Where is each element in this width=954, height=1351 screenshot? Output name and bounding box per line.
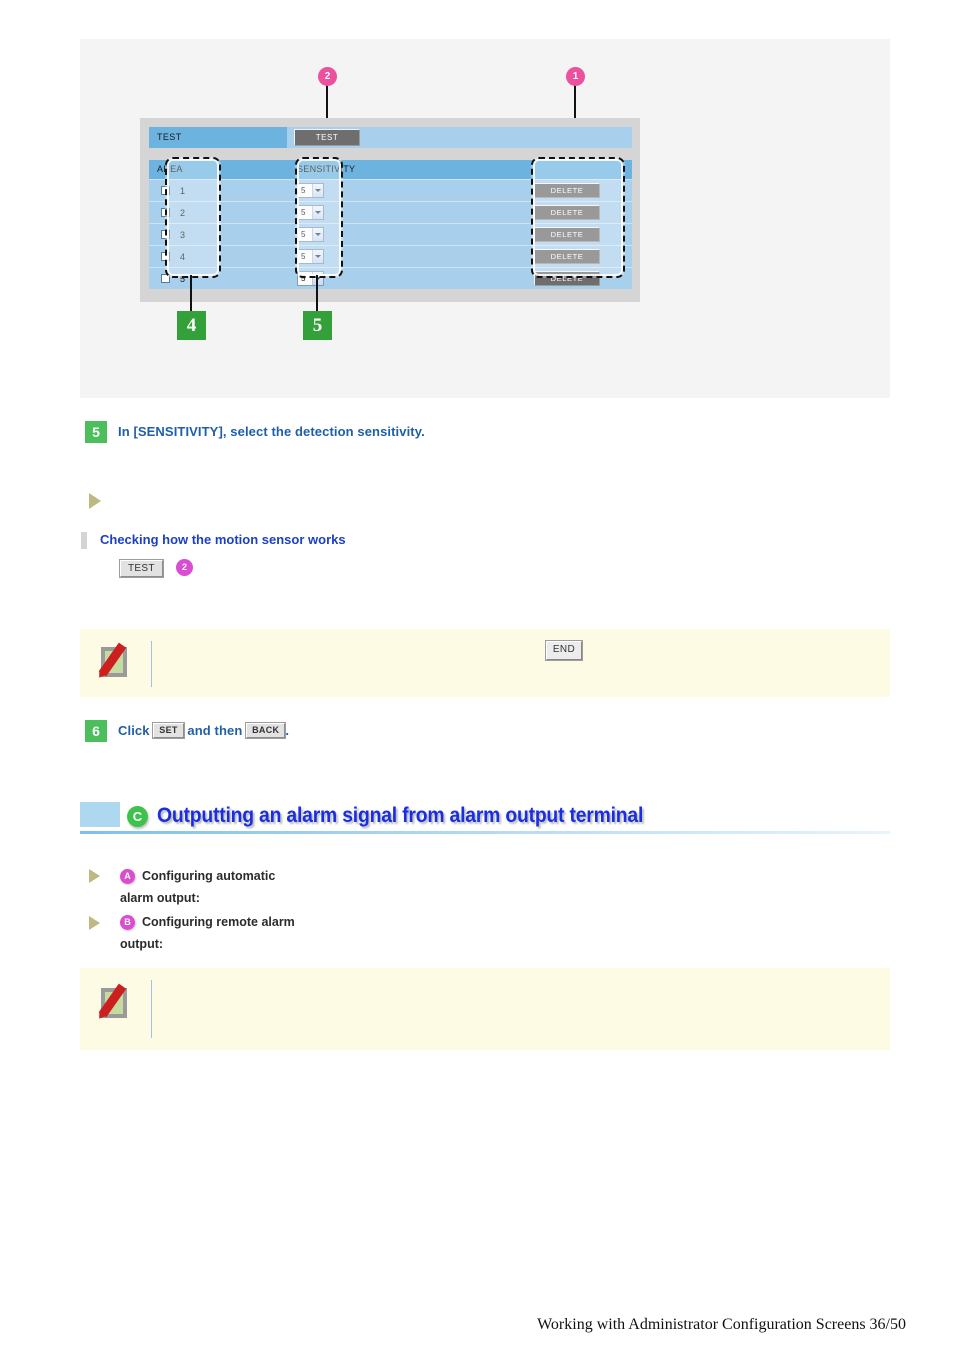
test-row-spacer: [576, 127, 632, 148]
highlight-delete-column: [531, 157, 625, 278]
section-c-rule: [80, 831, 890, 834]
triangle-bullet-icon: [89, 869, 100, 883]
page-footer: Working with Administrator Configuration…: [537, 1316, 906, 1333]
note-box-top: END: [80, 629, 890, 697]
test-button[interactable]: TEST: [294, 129, 360, 146]
note-box-bottom: [80, 968, 890, 1050]
check-section-callout-2: 2: [176, 559, 193, 576]
test-button-label: TEST: [119, 559, 164, 578]
note-pencil-icon: [98, 983, 129, 1018]
set-button[interactable]: SET: [152, 722, 185, 739]
back-button[interactable]: BACK: [245, 722, 287, 739]
step6-suffix: .: [285, 723, 290, 738]
end-button[interactable]: END: [545, 640, 583, 661]
section-c-accent-block: [80, 802, 120, 827]
step-badge-5: 5: [85, 421, 107, 443]
highlight-area-column: [165, 157, 221, 278]
link-text-a-line1[interactable]: Configuring automatic: [142, 869, 275, 883]
figure-screenshot: 2 1 TEST TEST AREA SENSITIVITY 1 5 DELET…: [80, 39, 890, 398]
link-badge-b: B: [120, 915, 135, 930]
section-c-title: Outputting an alarm signal from alarm ou…: [157, 804, 644, 827]
step6-prefix: Click: [118, 723, 150, 738]
link-text-a-line2[interactable]: alarm output:: [120, 891, 200, 905]
step-text-5: In [SENSITIVITY], select the detection s…: [118, 424, 425, 439]
check-section-test-button[interactable]: TEST: [119, 559, 164, 578]
step-badge-6: 6: [85, 720, 107, 742]
callout-5-leader: [316, 275, 318, 311]
callout-badge-4: 4: [177, 311, 206, 340]
step6-middle: and then: [187, 723, 243, 738]
callout-badge-1: 1: [566, 67, 585, 86]
section-c-badge: C: [127, 806, 148, 827]
triangle-bullet-icon: [89, 493, 101, 509]
link-badge-a: A: [120, 869, 135, 884]
note-divider: [151, 980, 152, 1038]
step-text-6: Click SET and then BACK.: [118, 722, 290, 739]
test-row-label: TEST: [149, 127, 287, 148]
section-accent-bar: [81, 532, 87, 549]
test-row: TEST TEST: [149, 127, 632, 148]
link-text-b-line2[interactable]: output:: [120, 937, 163, 951]
highlight-sensitivity-column: [295, 157, 343, 278]
check-section-title: Checking how the motion sensor works: [100, 532, 346, 547]
note-divider: [151, 641, 152, 687]
note-pencil-icon: [98, 642, 129, 677]
callout-badge-5: 5: [303, 311, 332, 340]
callout-4-leader: [190, 275, 192, 311]
link-text-b-line1[interactable]: Configuring remote alarm: [142, 915, 295, 929]
triangle-bullet-icon: [89, 916, 100, 930]
callout-badge-2: 2: [318, 67, 337, 86]
section-c-heading: C Outputting an alarm signal from alarm …: [80, 802, 890, 836]
